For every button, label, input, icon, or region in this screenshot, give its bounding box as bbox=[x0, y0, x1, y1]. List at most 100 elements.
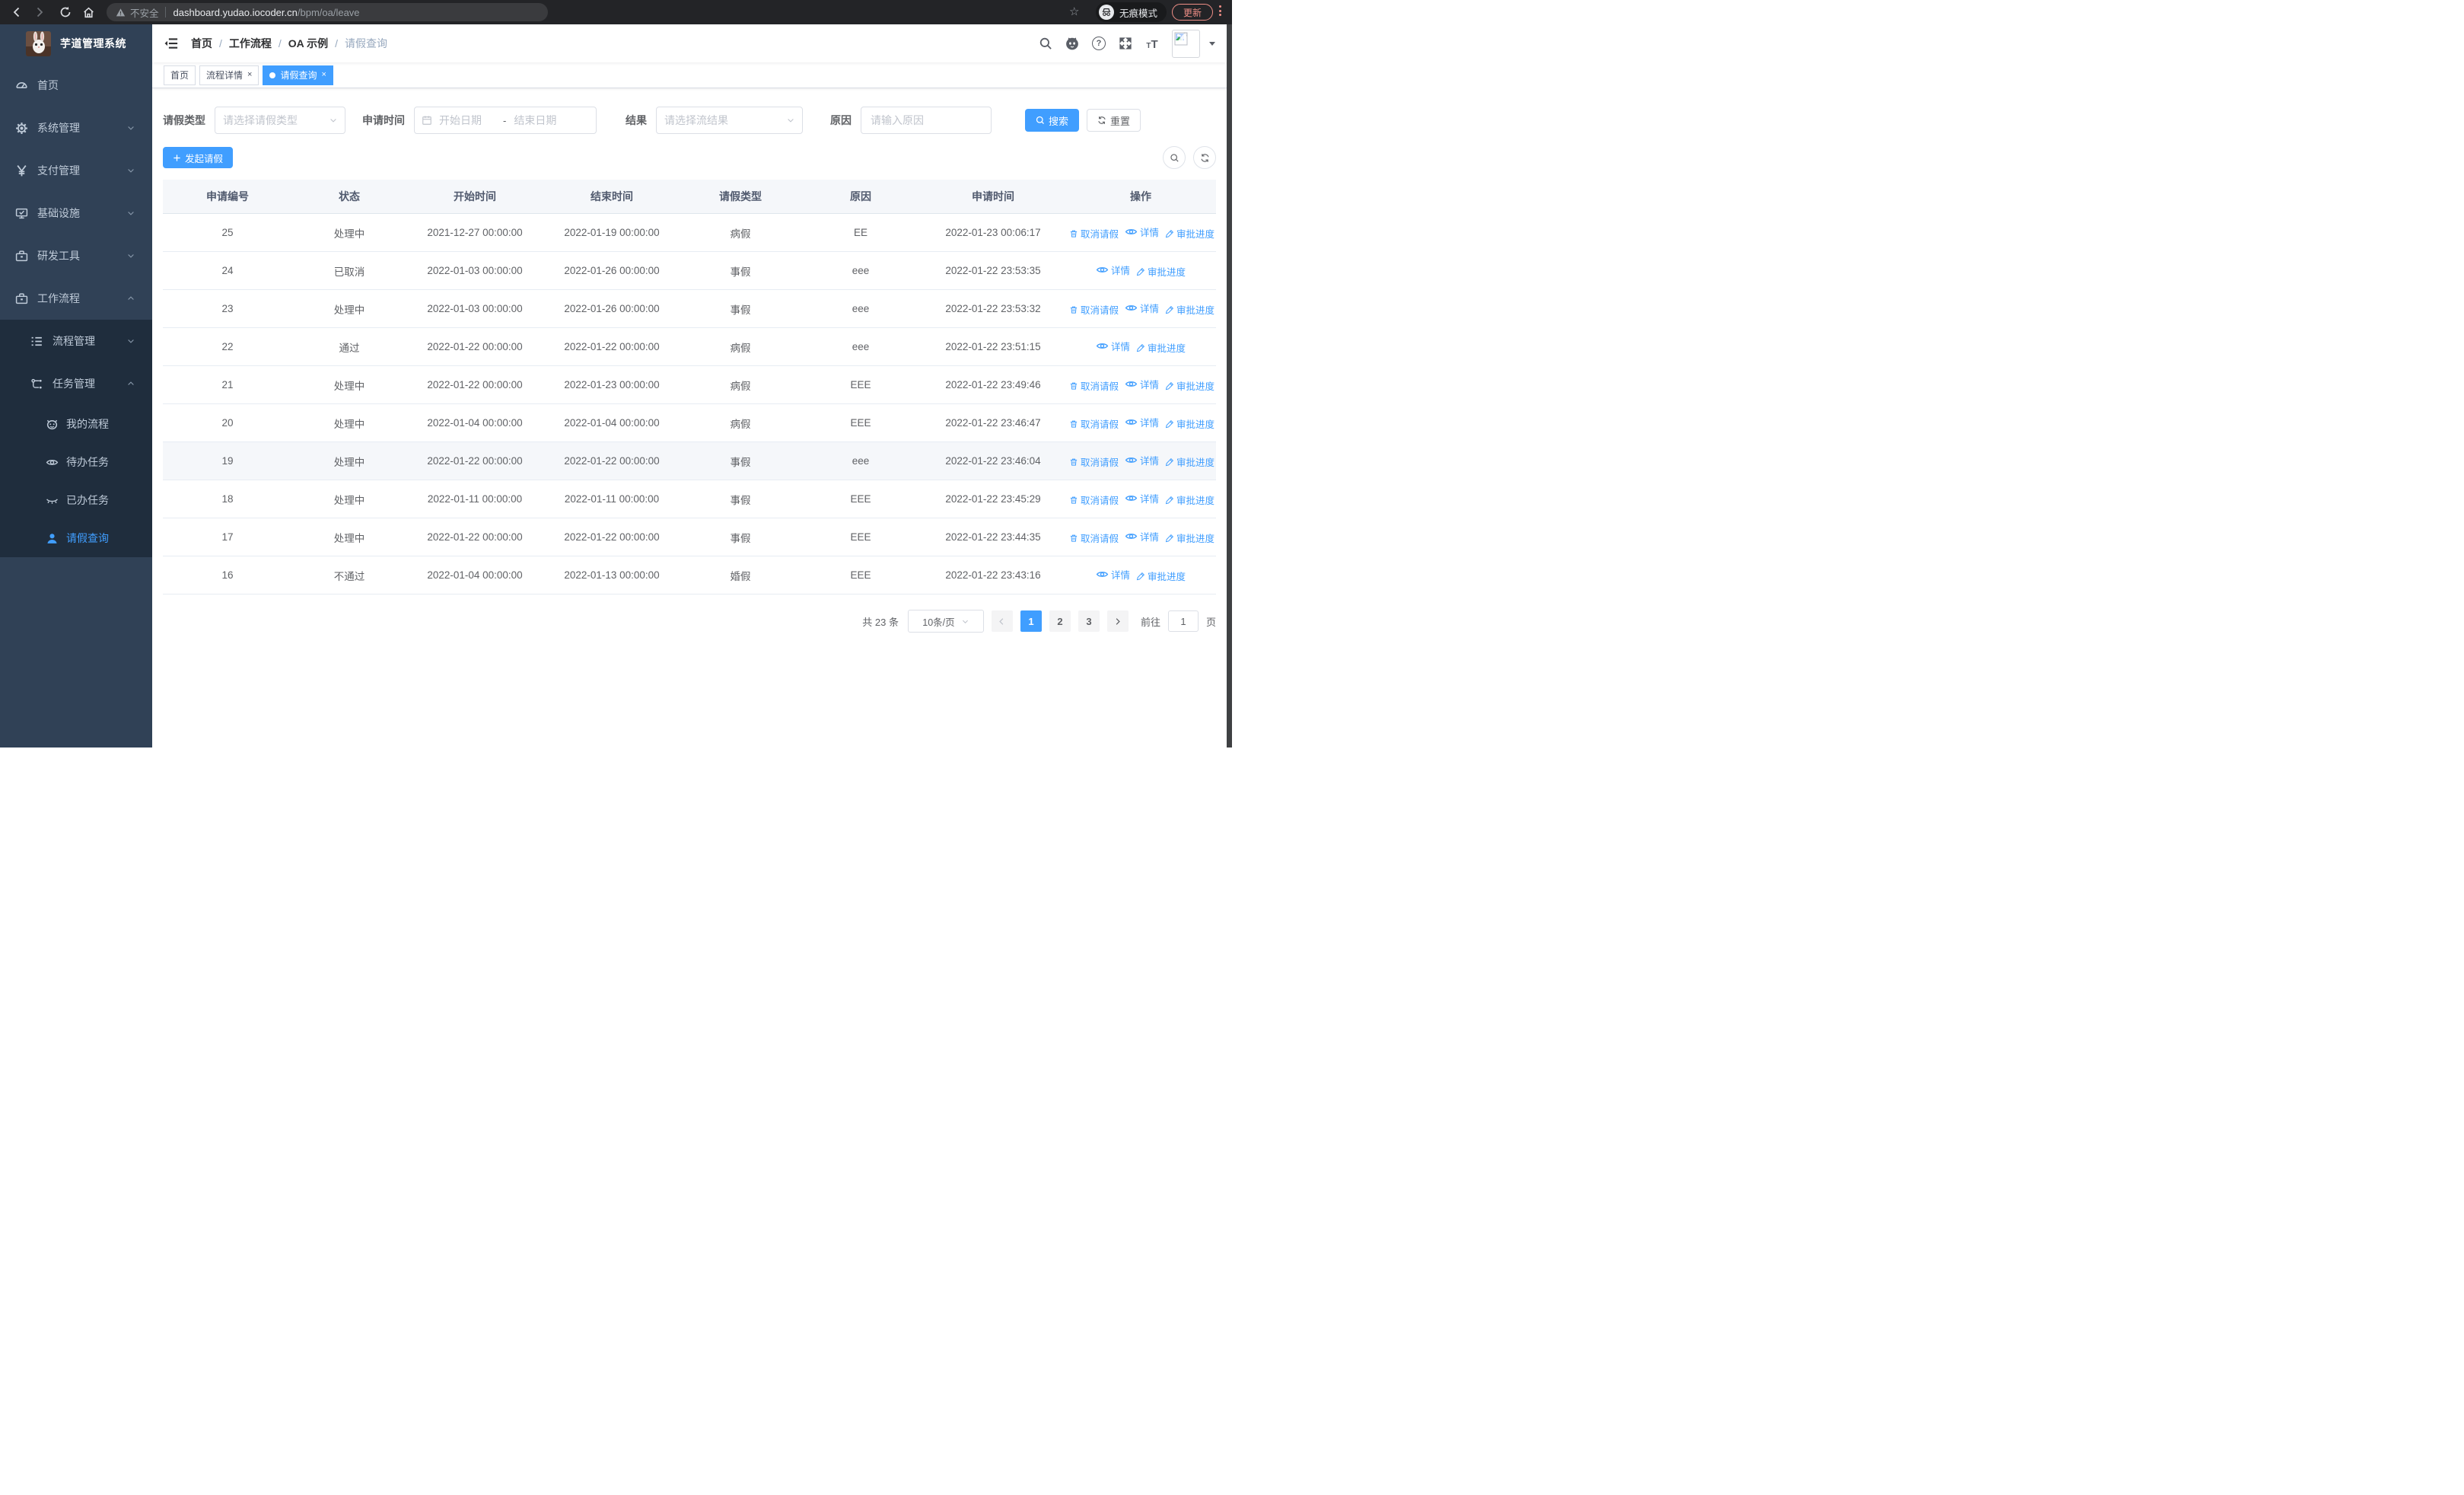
progress-action-link[interactable]: 审批进度 bbox=[1136, 264, 1186, 279]
sidebar-item-process-management[interactable]: 流程管理 bbox=[0, 320, 152, 362]
cell-start: 2022-01-11 00:00:00 bbox=[406, 480, 543, 518]
page-button-1[interactable]: 1 bbox=[1020, 610, 1042, 632]
cancel-action-link[interactable]: 取消请假 bbox=[1069, 378, 1119, 393]
detail-action-link[interactable]: 详情 bbox=[1125, 529, 1159, 543]
end-date-input[interactable] bbox=[512, 113, 572, 127]
sidebar-item-workflow[interactable]: 工作流程 bbox=[0, 277, 152, 320]
detail-action-link[interactable]: 详情 bbox=[1125, 225, 1159, 239]
cancel-action-link[interactable]: 取消请假 bbox=[1069, 492, 1119, 507]
next-page-button[interactable] bbox=[1106, 610, 1129, 632]
search-icon[interactable] bbox=[1039, 37, 1052, 50]
progress-action-link[interactable]: 审批进度 bbox=[1165, 416, 1214, 431]
github-icon[interactable] bbox=[1065, 37, 1079, 50]
help-icon[interactable]: ? bbox=[1092, 37, 1106, 50]
refresh-table-button[interactable] bbox=[1193, 146, 1216, 169]
chevron-up-icon bbox=[126, 379, 135, 388]
tab-leave-query[interactable]: 请假查询 × bbox=[263, 65, 333, 85]
sidebar-item-leave-query[interactable]: 请假查询 bbox=[0, 519, 152, 557]
fullscreen-icon[interactable] bbox=[1119, 37, 1132, 50]
chevron-up-icon bbox=[126, 294, 135, 303]
browser-home-button[interactable] bbox=[81, 5, 96, 20]
result-select[interactable]: 请选择流结果 bbox=[656, 107, 803, 134]
cell-applied: 2022-01-22 23:44:35 bbox=[921, 518, 1065, 556]
detail-action-link[interactable]: 详情 bbox=[1125, 301, 1159, 315]
cancel-action-link[interactable]: 取消请假 bbox=[1069, 302, 1119, 317]
apply-time-label: 申请时间 bbox=[362, 114, 405, 126]
avatar-caret-icon[interactable] bbox=[1208, 40, 1216, 47]
goto-page-input[interactable] bbox=[1167, 610, 1199, 632]
leave-table: 申请编号 状态 开始时间 结束时间 请假类型 原因 申请时间 操作 25 处理中 2021-12-… bbox=[163, 180, 1216, 594]
browser-back-button[interactable] bbox=[9, 5, 24, 20]
sidebar-item-system-management[interactable]: 系统管理 bbox=[0, 107, 152, 149]
breadcrumb-item[interactable]: 首页 bbox=[191, 36, 212, 51]
tab-process-detail[interactable]: 流程详情 × bbox=[199, 65, 259, 85]
address-bar[interactable]: 不安全 dashboard.yudao.iocoder.cn/bpm/oa/le… bbox=[107, 3, 548, 21]
cell-status: 处理中 bbox=[292, 365, 406, 404]
browser-forward-button[interactable] bbox=[32, 5, 47, 20]
tab-home[interactable]: 首页 bbox=[164, 65, 196, 85]
cell-reason: eee bbox=[801, 327, 921, 366]
detail-action-link[interactable]: 详情 bbox=[1125, 415, 1159, 429]
sidebar-item-task-management[interactable]: 任务管理 bbox=[0, 362, 152, 405]
sidebar-item-label: 任务管理 bbox=[53, 378, 95, 390]
close-icon[interactable]: × bbox=[247, 71, 252, 79]
pagination: 共 23 条 10条/页 123 前往 页 bbox=[163, 610, 1216, 633]
progress-action-link[interactable]: 审批进度 bbox=[1165, 378, 1214, 393]
detail-action-link[interactable]: 详情 bbox=[1096, 339, 1130, 353]
cancel-action-link[interactable]: 取消请假 bbox=[1069, 416, 1119, 431]
browser-menu-icon[interactable] bbox=[1219, 5, 1221, 16]
progress-action-link[interactable]: 审批进度 bbox=[1165, 454, 1214, 469]
progress-action-link[interactable]: 审批进度 bbox=[1165, 302, 1214, 317]
cancel-action-link[interactable]: 取消请假 bbox=[1069, 226, 1119, 241]
detail-action-link[interactable]: 详情 bbox=[1125, 377, 1159, 391]
detail-action-link[interactable]: 详情 bbox=[1125, 491, 1159, 505]
plus-icon bbox=[173, 154, 181, 162]
page-button-3[interactable]: 3 bbox=[1078, 610, 1100, 632]
column-header: 开始时间 bbox=[406, 180, 543, 214]
security-label[interactable]: 不安全 bbox=[130, 5, 159, 20]
sidebar-item-home[interactable]: 首页 bbox=[0, 64, 152, 107]
progress-action-link[interactable]: 审批进度 bbox=[1165, 492, 1214, 507]
sidebar-item-done-tasks[interactable]: 已办任务 bbox=[0, 481, 152, 519]
start-date-input[interactable] bbox=[438, 113, 497, 127]
cell-status: 处理中 bbox=[292, 441, 406, 480]
sidebar-item-my-process[interactable]: 我的流程 bbox=[0, 405, 152, 443]
prev-page-button[interactable] bbox=[991, 610, 1013, 632]
table-row: 25 处理中 2021-12-27 00:00:00 2022-01-19 00:00… bbox=[163, 213, 1216, 252]
cell-id: 19 bbox=[163, 441, 292, 480]
user-avatar[interactable] bbox=[1172, 29, 1200, 58]
detail-action-link[interactable]: 详情 bbox=[1125, 453, 1159, 467]
breadcrumb-item[interactable]: OA 示例 bbox=[288, 36, 328, 51]
create-leave-button[interactable]: 发起请假 bbox=[163, 147, 234, 168]
progress-action-link[interactable]: 审批进度 bbox=[1136, 340, 1186, 355]
page-size-select[interactable]: 10条/页 bbox=[907, 610, 984, 633]
progress-action-link[interactable]: 审批进度 bbox=[1165, 226, 1214, 241]
cancel-action-link[interactable]: 取消请假 bbox=[1069, 531, 1119, 545]
toggle-search-button[interactable] bbox=[1163, 146, 1186, 169]
font-size-icon[interactable]: TT bbox=[1145, 37, 1159, 50]
sidebar-item-todo-tasks[interactable]: 待办任务 bbox=[0, 443, 152, 481]
leave-type-select[interactable]: 请选择请假类型 bbox=[215, 107, 345, 134]
breadcrumb-item[interactable]: 工作流程 bbox=[229, 36, 272, 51]
sidebar-item-dev-tools[interactable]: 研发工具 bbox=[0, 234, 152, 277]
reset-button[interactable]: 重置 bbox=[1087, 109, 1141, 132]
reason-input[interactable] bbox=[861, 107, 992, 134]
progress-action-link[interactable]: 审批进度 bbox=[1165, 531, 1214, 545]
browser-update-button[interactable]: 更新 bbox=[1172, 4, 1213, 21]
sidebar-collapse-icon[interactable] bbox=[164, 36, 179, 51]
cancel-action-link[interactable]: 取消请假 bbox=[1069, 454, 1119, 469]
apply-time-range[interactable]: - bbox=[414, 107, 597, 134]
page-button-2[interactable]: 2 bbox=[1049, 610, 1071, 632]
app-logo[interactable]: 芋道管理系统 bbox=[0, 24, 152, 62]
close-icon[interactable]: × bbox=[321, 71, 326, 79]
browser-reload-button[interactable] bbox=[58, 5, 73, 20]
sidebar-item-payment-management[interactable]: 支付管理 bbox=[0, 149, 152, 192]
search-button[interactable]: 搜索 bbox=[1025, 109, 1080, 132]
sidebar-item-infrastructure[interactable]: 基础设施 bbox=[0, 192, 152, 234]
cell-type: 事假 bbox=[680, 518, 801, 556]
detail-action-link[interactable]: 详情 bbox=[1096, 263, 1130, 277]
detail-action-link[interactable]: 详情 bbox=[1096, 567, 1130, 582]
tab-label: 首页 bbox=[170, 70, 189, 81]
bookmark-star-icon[interactable]: ☆ bbox=[1069, 4, 1079, 21]
progress-action-link[interactable]: 审批进度 bbox=[1136, 569, 1186, 583]
